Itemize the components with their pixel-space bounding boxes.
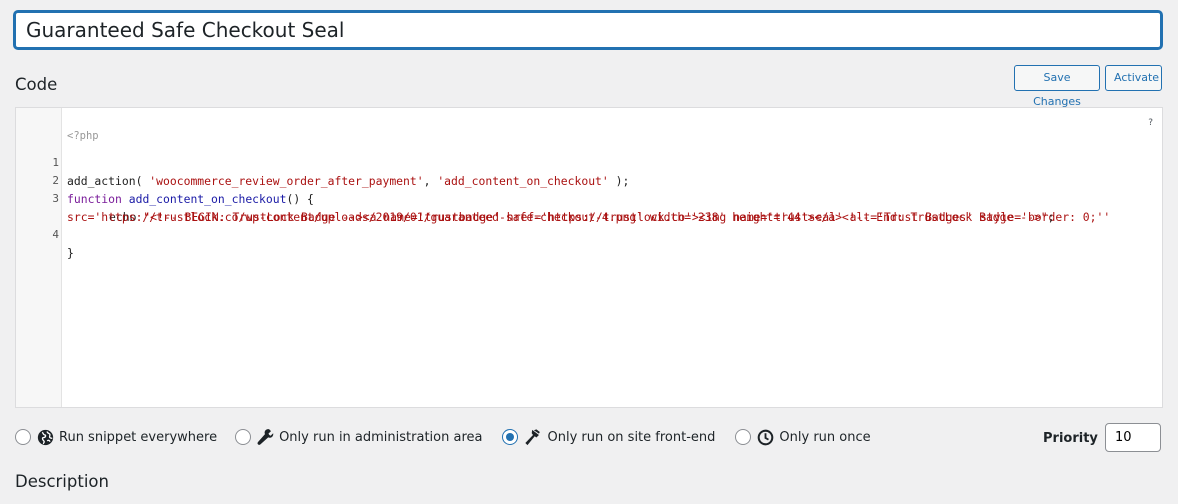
- priority-label: Priority: [1043, 431, 1098, 446]
- wrench-icon: [257, 428, 274, 446]
- code-string: 'woocommerce_review_order_after_payment': [149, 174, 424, 188]
- code-content[interactable]: <?php 1 add_action( 'woocommerce_review_…: [16, 108, 1162, 407]
- code-heading: Code: [15, 75, 58, 94]
- code-line-4: 4 }: [16, 208, 73, 260]
- php-open-tag-line: <?php: [16, 109, 99, 142]
- code-string: src='https://trustlock.co/wp-content/upl…: [67, 210, 1048, 224]
- run-frontend-radio[interactable]: [502, 429, 519, 445]
- closing-brace: }: [67, 246, 74, 260]
- code-line-1: 1 add_action( 'woocommerce_review_order_…: [16, 136, 629, 188]
- php-open-tag: <?php: [67, 130, 99, 142]
- run-once-label: Only run once: [779, 429, 871, 445]
- code-punct: (: [135, 174, 150, 188]
- code-line-3-wrap: src='https://trustlock.co/wp-content/upl…: [16, 190, 1055, 224]
- code-string: 'add_content_on_checkout': [437, 174, 609, 188]
- code-punct: );: [608, 174, 630, 188]
- run-admin-option[interactable]: Only run in administration area: [235, 428, 483, 446]
- run-everywhere-option[interactable]: Run snippet everywhere: [15, 429, 217, 446]
- code-punct: () {: [286, 192, 314, 206]
- hammer-icon: [524, 428, 542, 446]
- function-call: add_action: [67, 174, 136, 188]
- activate-button[interactable]: Activate: [1105, 65, 1162, 91]
- run-admin-radio[interactable]: [235, 429, 252, 445]
- run-everywhere-radio[interactable]: [15, 429, 31, 445]
- clock-icon: [757, 429, 774, 446]
- line-number: 4: [52, 228, 59, 241]
- priority-input[interactable]: [1105, 423, 1161, 452]
- run-frontend-label: Only run on site front-end: [547, 429, 716, 445]
- save-changes-button[interactable]: Save Changes: [1014, 65, 1100, 108]
- code-punct: ;: [1047, 210, 1055, 224]
- code-line-3: 3 echo "<!-- BEGIN: TrustLock Badge --><…: [16, 172, 1110, 224]
- run-admin-label: Only run in administration area: [279, 429, 483, 445]
- globe-icon: [37, 429, 54, 446]
- run-once-option[interactable]: Only run once: [735, 429, 871, 446]
- run-frontend-option[interactable]: Only run on site front-end: [502, 428, 716, 446]
- run-scope-options: Run snippet everywhere Only run in admin…: [15, 427, 871, 447]
- code-punct: ,: [423, 174, 438, 188]
- function-name: add_content_on_checkout: [128, 192, 287, 206]
- code-keyword: function: [67, 192, 122, 206]
- run-everywhere-label: Run snippet everywhere: [59, 429, 218, 445]
- run-once-radio[interactable]: [735, 429, 752, 445]
- code-line-2: 2 function add_content_on_checkout() {: [16, 154, 314, 206]
- description-heading: Description: [15, 472, 109, 491]
- snippet-title-input[interactable]: [14, 11, 1162, 49]
- code-editor[interactable]: ? <?php 1 add_action( 'woocommerce_revie…: [15, 107, 1163, 408]
